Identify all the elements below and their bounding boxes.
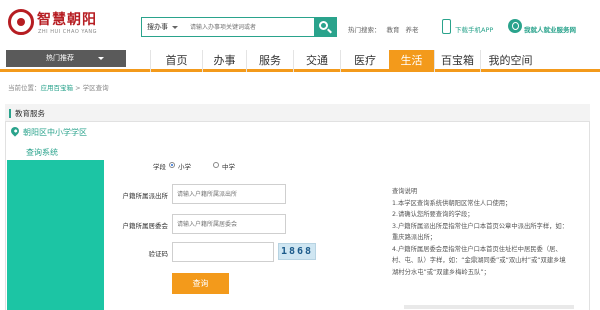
captcha-input[interactable] — [172, 242, 274, 262]
instruction-line: 3.户籍所属派出所是指常住户口本首页公章中派出所字样，如：重庆路派出所； — [392, 222, 569, 242]
side-panel — [7, 160, 104, 310]
employment-service-link[interactable]: 我就人就业服务网 — [524, 24, 576, 34]
captcha-label: 验证码 — [148, 250, 169, 258]
nav-item-medical[interactable]: 医疗 — [340, 50, 389, 72]
captcha-image[interactable]: 1868 — [278, 243, 316, 260]
school-stage-label: 学段 — [153, 163, 166, 171]
logo-title: 智慧朝阳 — [37, 12, 97, 28]
chevron-down-icon — [98, 57, 104, 60]
logo-pinyin: ZHI HUI CHAO YANG — [38, 29, 98, 35]
hot-term-link[interactable]: 教育 — [387, 26, 400, 34]
nav-item-services[interactable]: 服务 — [246, 50, 293, 72]
instruction-line: 2.请确认您所要查询的学段； — [392, 211, 474, 218]
hot-recommend-label: 热门推荐 — [46, 54, 74, 62]
radio-primary[interactable] — [169, 162, 175, 168]
section-header: 教育服务 — [5, 104, 590, 122]
search-box: 搜办事 — [141, 17, 337, 37]
search-input[interactable] — [190, 19, 330, 35]
search-type-dropdown[interactable]: 搜办事 — [142, 18, 182, 36]
nav-item-affairs[interactable]: 办事 — [202, 50, 246, 72]
breadcrumb-current: 学区查询 — [82, 84, 109, 92]
radio-middle-label[interactable]: 中学 — [222, 161, 235, 171]
district-title: 朝阳区中小学学区 — [23, 128, 87, 137]
radio-primary-label[interactable]: 小学 — [178, 161, 191, 171]
nav-item-home[interactable]: 首页 — [150, 50, 202, 72]
download-app-link[interactable]: 下载手机APP — [455, 24, 493, 34]
instruction-line: 1.本学区查询系统供朝阳区常住人口使用； — [392, 199, 512, 207]
hot-search-label: 热门搜索： — [348, 26, 381, 34]
police-station-label: 户籍所属派出所 — [122, 192, 169, 200]
breadcrumb-prefix: 当前位置： — [8, 84, 41, 92]
nav-item-toolbox[interactable]: 百宝箱 — [434, 50, 480, 72]
logo-emblem-icon — [8, 9, 34, 35]
radio-middle[interactable] — [213, 162, 219, 168]
query-button[interactable]: 查询 — [172, 273, 229, 294]
section-accent-bar — [9, 109, 11, 118]
nav-item-traffic[interactable]: 交通 — [293, 50, 340, 72]
horizontal-scrollbar[interactable] — [404, 305, 574, 309]
employment-service-icon[interactable] — [508, 19, 522, 33]
search-button[interactable] — [314, 17, 336, 37]
committee-label: 户籍所属居委会 — [122, 222, 169, 230]
site-logo[interactable]: 智慧朝阳 ZHI HUI CHAO YANG — [6, 6, 116, 40]
query-instructions: 查询说明 1.本学区查询系统供朝阳区常住人口使用； 2.请确认您所要查询的学段；… — [392, 186, 572, 278]
hot-recommend-dropdown[interactable]: 热门推荐 — [6, 50, 126, 67]
police-station-input[interactable] — [172, 184, 286, 204]
breadcrumb-separator: > — [75, 84, 81, 92]
instruction-line: 4.户籍所属居委会是指常住户口本首页住址栏中居民委（居、村、屯、队）字样，如：“… — [392, 245, 566, 276]
search-type-label: 搜办事 — [147, 23, 168, 31]
hot-search: 热门搜索： 教育 养老 — [348, 24, 425, 34]
hot-term-link[interactable]: 养老 — [406, 26, 419, 34]
committee-input[interactable] — [172, 214, 286, 234]
breadcrumb-link-toolbox[interactable]: 应用百宝箱 — [41, 84, 74, 92]
query-system-label: 查询系统 — [26, 148, 58, 157]
nav-item-my-space[interactable]: 我的空间 — [480, 50, 540, 72]
nav-item-life[interactable]: 生活 — [389, 50, 434, 72]
breadcrumb: 当前位置：应用百宝箱 > 学区查询 — [8, 82, 109, 92]
chevron-down-icon — [172, 26, 178, 29]
mobile-phone-icon[interactable] — [442, 19, 451, 34]
section-title: 教育服务 — [15, 109, 45, 118]
instructions-title: 查询说明 — [392, 188, 418, 195]
